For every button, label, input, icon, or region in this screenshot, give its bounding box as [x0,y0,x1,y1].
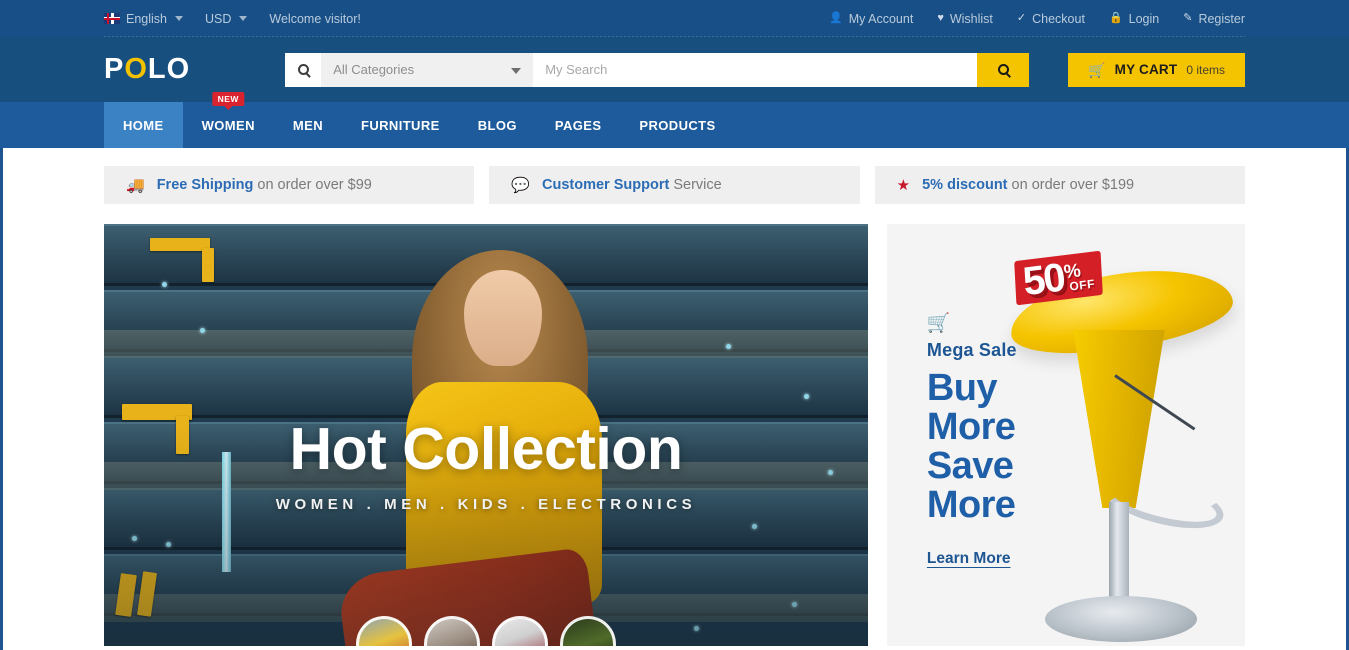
truck-icon: 🚚 [126,176,145,194]
chat-icon: 💬 [511,176,531,194]
chevron-down-icon [175,16,183,21]
search-bar: All Categories My Search [285,52,1030,87]
page-root: English USD Welcome visitor! 👤 My Accoun… [0,0,1349,650]
hero-subtitle: WOMEN . MEN . KIDS . ELECTRONICS [275,496,697,513]
search-icon-box [285,52,322,87]
logo-part-1: P [104,53,125,85]
user-icon: 👤 [828,12,843,24]
nav-item-home[interactable]: HOME [104,102,183,148]
carousel-thumbnails [355,616,616,646]
nav-item-pages[interactable]: PAGES [536,102,621,148]
category-dropdown-label: All Categories [333,62,415,77]
main-navigation: HOME NEW WOMEN MEN FURNITURE BLOG PAGES … [0,92,1349,148]
magnifier-icon [997,64,1009,75]
nav-label-men: MEN [292,117,323,133]
uk-flag-icon [104,13,120,24]
customer-support-rest: Service [673,177,722,193]
nav-item-women[interactable]: NEW WOMEN [183,92,274,148]
chevron-down-icon [511,67,522,74]
category-dropdown[interactable]: All Categories [321,52,534,87]
register-label: Register [1198,11,1245,26]
login-label: Login [1128,11,1160,26]
search-input[interactable]: My Search [533,52,978,87]
welcome-message: Welcome visitor! [269,11,361,26]
cart-item-count: 0 items [1186,62,1225,77]
promo-line-2: More [926,406,1016,449]
top-bar-left-group: English USD Welcome visitor! [104,12,361,26]
nav-label-blog: BLOG [477,117,517,133]
promo-kicker: Mega Sale [926,340,1017,360]
chevron-down-icon [239,16,248,21]
search-icon [297,64,309,75]
nav-item-furniture[interactable]: FURNITURE [342,102,459,148]
search-submit-button[interactable] [977,52,1030,87]
logo-part-3: LO [147,53,191,85]
free-shipping-strong: Free Shipping [156,177,254,193]
register-link[interactable]: ✎ Register [1183,12,1245,26]
promo-line-1: Buy [926,367,998,409]
nav-label-products: PRODUCTS [639,117,716,133]
hero-carousel[interactable]: Hot Collection WOMEN . MEN . KIDS . ELEC… [104,224,868,646]
nav-label-women: WOMEN [201,117,255,133]
page-content: 🚚 Free Shipping on order over $99 💬 Cust… [3,148,1346,650]
promo-line-3: Save [926,445,1014,488]
lock-icon: 🔒 [1108,12,1123,24]
carousel-thumb-1[interactable] [355,616,412,646]
learn-more-link[interactable]: Learn More [927,550,1011,568]
language-selector[interactable]: English [104,12,183,26]
promo-line-4: More [926,484,1016,527]
site-header: POLO All Categories My Search 🛒 MY CART … [0,37,1349,102]
free-shipping-rest: on order over $99 [257,177,372,193]
checkout-link[interactable]: ✓ Checkout [1017,12,1085,26]
nav-item-men[interactable]: MEN [274,102,342,148]
carousel-thumb-2[interactable] [423,616,480,646]
logo-part-2: O [124,53,148,85]
customer-support-strong: Customer Support [542,177,670,193]
hero-title: Hot Collection [289,416,683,482]
discount-strong: 5% discount [922,177,1008,193]
shopping-cart-icon: 🛒 [926,313,951,334]
promo-banner[interactable]: 50 % OFF 🛒 Mega Sale Buy More Save More [886,224,1245,646]
nav-item-blog[interactable]: BLOG [459,102,536,148]
language-label: English [126,11,167,26]
currency-label: USD [205,11,232,26]
discount-rest: on order over $199 [1011,177,1135,193]
checkout-label: Checkout [1032,11,1085,26]
star-icon: ★ [896,176,911,194]
cart-label: MY CART [1114,62,1178,77]
shopping-cart-icon: 🛒 [1088,61,1106,78]
nav-label-furniture: FURNITURE [360,117,440,133]
my-cart-button[interactable]: 🛒 MY CART 0 items [1068,52,1245,87]
top-bar-right-group: 👤 My Account ♥ Wishlist ✓ Checkout 🔒 Log… [829,12,1245,26]
carousel-thumb-3[interactable] [491,616,548,646]
service-banners: 🚚 Free Shipping on order over $99 💬 Cust… [104,166,1245,204]
my-account-label: My Account [848,11,914,26]
service-customer-support[interactable]: 💬 Customer Support Service [489,166,860,204]
pencil-icon: ✎ [1183,12,1193,24]
site-logo[interactable]: POLO [104,55,190,84]
new-badge: NEW [212,92,244,109]
top-utility-bar: English USD Welcome visitor! 👤 My Accoun… [0,0,1349,37]
login-link[interactable]: 🔒 Login [1109,12,1159,26]
service-discount[interactable]: ★ 5% discount on order over $199 [874,166,1245,204]
service-free-shipping[interactable]: 🚚 Free Shipping on order over $99 [104,166,475,204]
heart-icon: ♥ [937,12,944,24]
carousel-thumb-4[interactable] [559,616,616,646]
nav-label-pages: PAGES [554,117,602,133]
search-input-placeholder: My Search [545,62,608,77]
my-account-link[interactable]: 👤 My Account [829,12,913,26]
currency-selector[interactable]: USD [205,11,248,26]
nav-item-products[interactable]: PRODUCTS [620,102,734,148]
wishlist-label: Wishlist [949,11,993,26]
wishlist-link[interactable]: ♥ Wishlist [937,12,993,26]
hero-row: Hot Collection WOMEN . MEN . KIDS . ELEC… [104,224,1245,646]
check-icon: ✓ [1016,12,1027,24]
nav-label-home: HOME [123,117,164,133]
